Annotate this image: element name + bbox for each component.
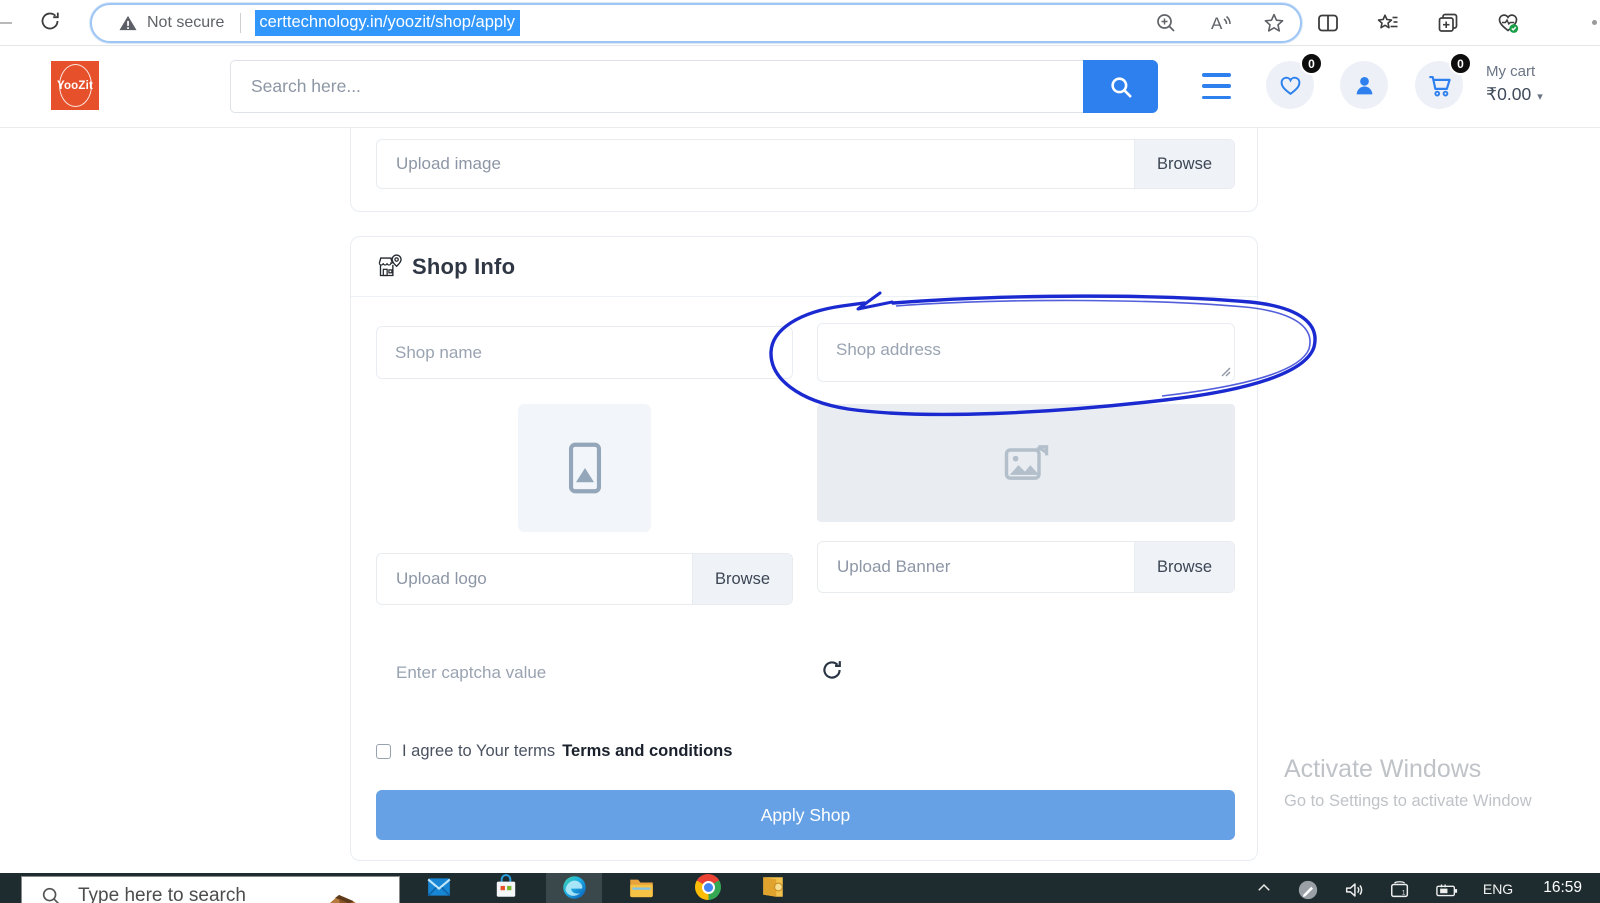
refresh-icon [38, 9, 62, 33]
cart-button[interactable]: 0 [1415, 61, 1463, 109]
menu-button[interactable] [1202, 73, 1231, 99]
upload-image-field[interactable]: Upload image Browse [376, 139, 1235, 189]
captcha-refresh-button[interactable] [819, 657, 845, 683]
terms-checkbox[interactable] [376, 744, 391, 759]
terms-link[interactable]: Terms and conditions [562, 742, 732, 761]
site-header: YooZit 0 [0, 46, 1600, 127]
logo-text: YooZit [57, 80, 93, 92]
taskbar-mail-icon[interactable] [424, 874, 454, 903]
taskbar-search-icon [40, 885, 62, 903]
wishlist-button[interactable]: 0 [1266, 61, 1314, 109]
my-cart-summary[interactable]: My cart ₹0.00 ▾ [1486, 63, 1543, 105]
site-search [230, 60, 1083, 113]
upload-logo-browse-button[interactable]: Browse [692, 554, 792, 604]
chevron-down-icon: ▾ [1537, 91, 1543, 103]
taskbar-edge-icon[interactable] [559, 874, 589, 903]
system-tray: 1 ENG 16:59 [1255, 873, 1600, 903]
taskbar-file-explorer-icon[interactable] [626, 874, 656, 903]
split-screen-icon[interactable] [1316, 11, 1340, 35]
apply-shop-button[interactable]: Apply Shop [376, 790, 1235, 840]
taskbar-chrome-icon[interactable] [693, 874, 723, 903]
account-button[interactable] [1340, 61, 1388, 109]
battery-charging-icon[interactable] [1435, 879, 1459, 901]
svg-text:1: 1 [1402, 890, 1406, 897]
terms-agreement-row[interactable]: I agree to Your terms Terms and conditio… [376, 742, 732, 761]
taskbar-store-icon[interactable] [491, 874, 521, 903]
store-location-icon [376, 253, 403, 280]
svg-text:A: A [1211, 14, 1223, 33]
url-text-selected[interactable]: certtechnology.in/yoozit/shop/apply [255, 10, 520, 36]
heart-icon [1278, 73, 1303, 98]
cart-icon [1426, 72, 1453, 99]
shop-info-card: Shop Info Upload logo Browse [350, 236, 1258, 861]
security-label[interactable]: Not secure [147, 14, 224, 32]
zoom-in-icon[interactable] [1154, 11, 1178, 35]
site-search-button[interactable] [1083, 60, 1158, 113]
clock[interactable]: 16:59 [1543, 879, 1582, 897]
search-highlight-mountain-icon[interactable] [301, 887, 393, 903]
not-secure-warning-icon[interactable] [118, 13, 138, 33]
taskbar-notes-app-icon[interactable] [758, 874, 788, 903]
watermark-subtitle: Go to Settings to activate Window [1284, 792, 1532, 811]
upload-image-placeholder: Upload image [377, 140, 1134, 188]
activate-windows-watermark: Activate Windows Go to Settings to activ… [1284, 755, 1532, 811]
agree-text: I agree to Your terms [402, 742, 555, 761]
textarea-resize-handle[interactable] [1219, 365, 1231, 377]
favorite-star-icon[interactable] [1262, 11, 1286, 35]
volume-icon[interactable] [1343, 879, 1365, 901]
language-indicator[interactable]: ENG [1483, 881, 1513, 897]
screen: Not secure certtechnology.in/yoozit/shop… [0, 0, 1600, 903]
cart-amount: ₹0.00 [1486, 84, 1531, 104]
banner-preview-placeholder[interactable] [817, 404, 1235, 522]
upload-banner-placeholder: Upload Banner [818, 542, 1134, 592]
shop-info-title: Shop Info [412, 254, 515, 280]
more-menu-partial-icon[interactable] [1592, 20, 1597, 25]
upload-banner-browse-button[interactable]: Browse [1134, 542, 1234, 592]
windows-ink-icon[interactable] [1297, 879, 1319, 901]
collections-icon[interactable] [1436, 11, 1460, 35]
taskbar-search-placeholder: Type here to search [78, 885, 246, 903]
shop-address-input[interactable] [817, 323, 1235, 382]
site-logo[interactable]: YooZit [51, 61, 99, 110]
upload-image-browse-button[interactable]: Browse [1134, 140, 1234, 188]
shop-name-input[interactable] [376, 326, 793, 379]
search-icon [1108, 74, 1134, 100]
my-cart-label: My cart [1486, 63, 1543, 80]
image-placeholder-icon [554, 437, 616, 499]
shop-info-header: Shop Info [351, 237, 1257, 297]
upload-logo-placeholder: Upload logo [377, 554, 692, 604]
refresh-captcha-icon [819, 657, 845, 683]
tablet-device-icon[interactable]: 1 [1389, 879, 1411, 901]
user-icon [1352, 73, 1377, 98]
browser-essentials-icon[interactable] [1496, 11, 1520, 35]
windows-taskbar: Type here to search [0, 873, 1600, 903]
upload-logo-field[interactable]: Upload logo Browse [376, 553, 793, 605]
read-aloud-icon[interactable]: A [1208, 11, 1232, 35]
watermark-title: Activate Windows [1284, 755, 1532, 784]
image-upload-icon [1000, 437, 1052, 489]
favorites-bar-icon[interactable] [1376, 11, 1400, 35]
cart-count-badge: 0 [1449, 52, 1472, 75]
logo-preview-placeholder[interactable] [518, 404, 651, 532]
site-search-input[interactable] [230, 60, 1083, 113]
taskbar-search-box[interactable]: Type here to search [21, 876, 400, 903]
hidden-icons-chevron-icon[interactable] [1255, 879, 1273, 897]
address-divider [240, 13, 241, 33]
hamburger-icon [1202, 73, 1231, 77]
wishlist-count-badge: 0 [1300, 52, 1323, 75]
captcha-input[interactable] [376, 647, 706, 699]
upload-banner-field[interactable]: Upload Banner Browse [817, 541, 1235, 593]
forward-nav-partial-icon [0, 22, 12, 24]
refresh-button[interactable] [38, 9, 66, 37]
browser-toolbar: Not secure certtechnology.in/yoozit/shop… [0, 0, 1600, 46]
address-bar[interactable]: Not secure certtechnology.in/yoozit/shop… [90, 3, 1302, 43]
